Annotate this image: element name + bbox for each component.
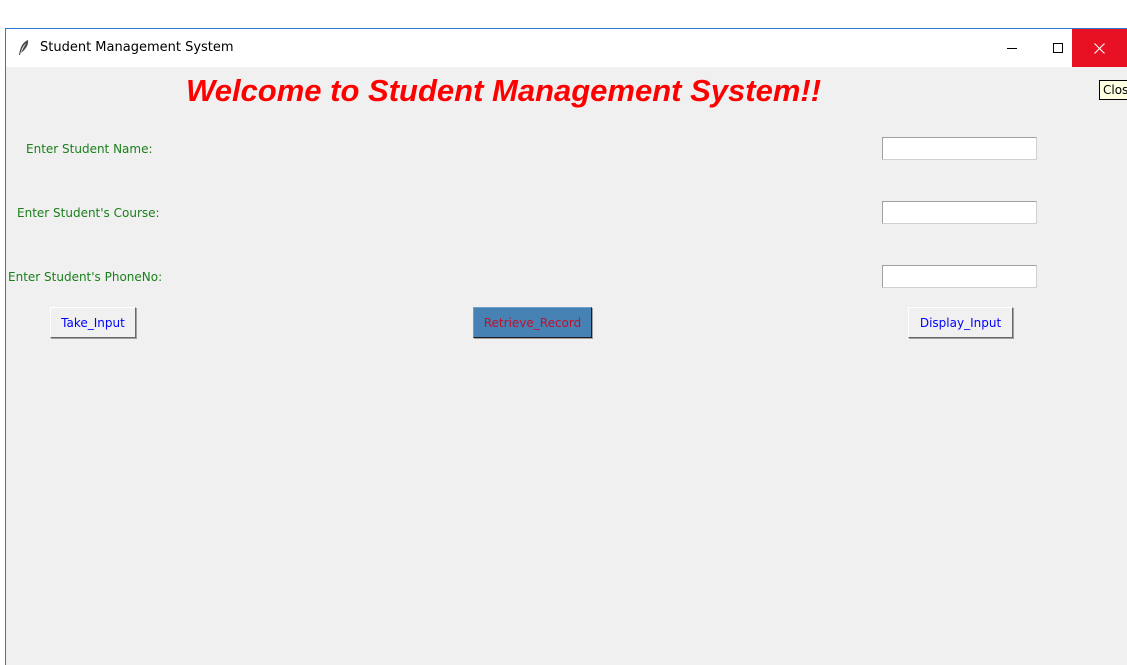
student-phone-label: Enter Student's PhoneNo: (8, 270, 163, 284)
close-icon (1094, 42, 1105, 54)
close-tooltip: Close (1099, 80, 1127, 100)
close-button[interactable] (1072, 29, 1127, 67)
title-bar[interactable]: Student Management System (6, 29, 1127, 67)
window-title: Student Management System (40, 40, 234, 55)
page-title: Welcome to Student Management System!! (186, 73, 822, 108)
minimize-button[interactable] (989, 29, 1035, 67)
student-phone-input[interactable] (882, 265, 1037, 288)
student-course-input[interactable] (882, 201, 1037, 224)
retrieve-record-button[interactable]: Retrieve_Record (473, 307, 592, 338)
maximize-icon (1053, 43, 1063, 53)
feather-icon (19, 40, 29, 55)
student-course-label: Enter Student's Course: (17, 206, 160, 220)
minimize-icon (1007, 48, 1017, 49)
take-input-button[interactable]: Take_Input (50, 307, 136, 338)
display-input-button[interactable]: Display_Input (908, 307, 1013, 338)
student-name-input[interactable] (882, 137, 1037, 160)
student-name-label: Enter Student Name: (26, 142, 153, 156)
app-window: Student Management System Welcome to Stu… (5, 28, 1127, 665)
main-content: Welcome to Student Management System!! E… (6, 67, 1127, 665)
